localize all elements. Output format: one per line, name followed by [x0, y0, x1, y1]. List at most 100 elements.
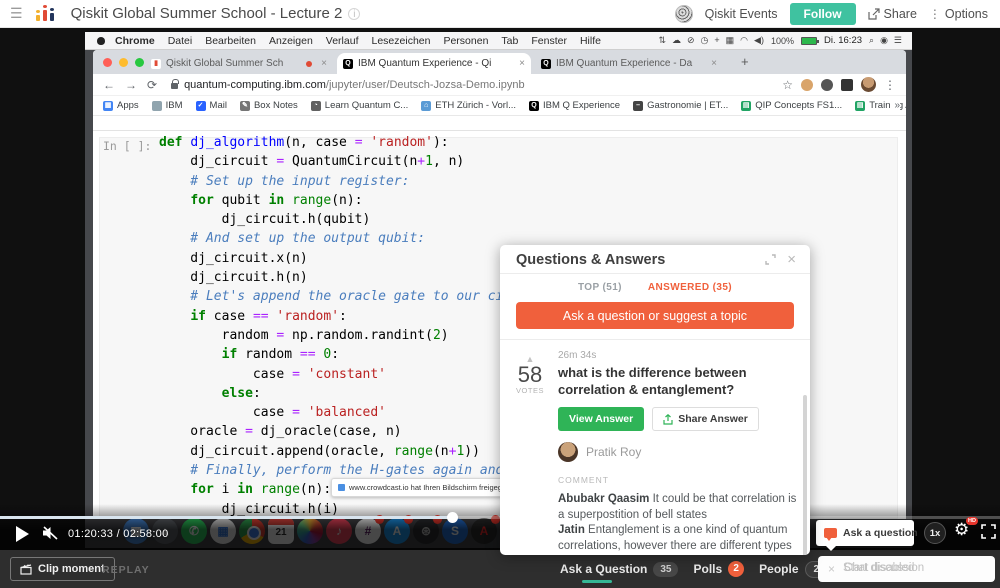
code-line: dj_circuit = QuantumCircuit(n+1, n)	[159, 152, 574, 171]
share-answer-button[interactable]: Share Answer	[652, 407, 759, 431]
bookmark-item[interactable]: ✎ Box Notes	[239, 100, 298, 111]
code-token: def	[159, 135, 183, 150]
tab-close-icon[interactable]: ×	[711, 58, 717, 69]
ask-question-tooltip-button[interactable]: Ask a question	[816, 520, 918, 551]
status-icon: +	[714, 35, 720, 45]
bookmark-label: Box Notes	[253, 100, 298, 111]
follow-button[interactable]: Follow	[789, 2, 856, 25]
status-icon[interactable]: ⌕	[869, 35, 874, 46]
share-button[interactable]: Share	[867, 7, 917, 21]
bookmark-item[interactable]: – Gastronomie | ET...	[633, 100, 728, 111]
macos-menu-item[interactable]: Bearbeiten	[205, 35, 256, 47]
code-token: ==	[252, 308, 269, 324]
url-text[interactable]: quantum-computing.ibm.com/jupyter/user/D…	[184, 79, 525, 91]
chat-placeholder-text: Chat disabled	[844, 562, 915, 574]
extension-icon[interactable]	[821, 78, 833, 91]
browser-tab[interactable]: ▮ Qiskit Global Summer Sch ×	[145, 53, 333, 74]
qa-tab-top[interactable]: TOP (51)	[578, 282, 622, 293]
macos-menu-item[interactable]: Lesezeichen	[372, 35, 431, 47]
forward-icon[interactable]: →	[125, 78, 137, 92]
bookmark-item[interactable]: ▦ Apps	[103, 100, 139, 111]
new-tab-button[interactable]: +	[741, 54, 749, 69]
code-token: dj_circuit.x(n)	[159, 250, 308, 266]
window-controls[interactable]	[103, 58, 144, 67]
macos-menu-item[interactable]: Tab	[501, 35, 518, 47]
bookmark-item[interactable]: ✓ Mail	[195, 100, 227, 111]
code-line: def dj_algorithm(n, case = 'random'):	[159, 133, 574, 152]
options-button[interactable]: ⋮ Options	[929, 7, 988, 21]
extension-icon[interactable]	[841, 78, 853, 91]
mute-icon[interactable]	[42, 525, 59, 541]
playback-time: 01:20:33 / 02:58:00	[68, 528, 169, 540]
extension-icon[interactable]	[801, 78, 813, 91]
bottom-tab-polls[interactable]: Polls 2	[693, 550, 745, 588]
bookmark-favicon: ✎	[239, 100, 250, 111]
bookmark-item[interactable]: ◔ Learn Quantum C...	[310, 100, 408, 111]
bookmark-item[interactable]: IBM	[151, 100, 183, 111]
status-icon[interactable]: ◉	[880, 35, 888, 46]
bottom-tab-ask-a-question[interactable]: Ask a Question 35	[560, 550, 679, 588]
playhead-handle[interactable]	[447, 512, 458, 523]
vote-count: 58	[517, 362, 543, 387]
playback-speed-button[interactable]: 1x	[924, 522, 946, 544]
recording-dot-icon	[306, 60, 313, 67]
channel-name[interactable]: Qiskit Events	[705, 7, 778, 21]
clip-moment-button[interactable]: Clip moment	[10, 557, 115, 581]
apple-icon	[97, 36, 105, 45]
code-token: range	[393, 443, 433, 459]
status-icon[interactable]: ☰	[894, 35, 902, 46]
fullscreen-icon[interactable]	[981, 524, 996, 539]
code-token: range	[260, 482, 300, 498]
macos-menu-item[interactable]: Datei	[168, 35, 193, 47]
bookmark-favicon: ✓	[195, 100, 206, 111]
lock-icon	[171, 78, 180, 89]
tab-close-icon[interactable]: ×	[519, 58, 525, 69]
macos-menu-item[interactable]: Anzeigen	[269, 35, 313, 47]
close-icon[interactable]: ×	[787, 252, 796, 267]
bookmark-item[interactable]: Q IBM Q Experience	[529, 100, 620, 111]
bookmark-favicon: ▦	[103, 100, 113, 111]
close-icon[interactable]: ×	[828, 562, 835, 576]
bookmark-item[interactable]: ⌂ ETH Zürich - Vorl...	[421, 100, 516, 111]
macos-menu-item[interactable]: Chrome	[115, 35, 155, 47]
bookmarks-overflow-icon[interactable]: »	[890, 100, 900, 111]
channel-avatar[interactable]	[674, 4, 693, 23]
view-answer-button[interactable]: View Answer	[558, 407, 645, 431]
reload-icon[interactable]: ⟳	[147, 78, 157, 92]
info-icon[interactable]: i	[348, 7, 361, 20]
chat-input-disabled[interactable]: × Start discussion Chat disabled	[818, 556, 995, 582]
app-header: ☰ Qiskit Global Summer School - Lecture …	[0, 0, 1000, 28]
code-token: =	[245, 424, 253, 440]
bookmark-favicon: ◔	[310, 100, 321, 111]
chrome-profile-avatar[interactable]	[861, 77, 876, 92]
bookmark-label: ETH Zürich - Vorl...	[435, 100, 516, 111]
tab-close-icon[interactable]: ×	[321, 58, 327, 69]
play-button[interactable]	[16, 526, 29, 542]
active-tab-underline	[582, 580, 612, 583]
tab-label: Qiskit Global Summer Sch	[166, 58, 284, 69]
expand-icon[interactable]	[765, 254, 776, 265]
back-icon[interactable]: ←	[103, 78, 115, 92]
author-avatar[interactable]	[558, 442, 578, 462]
qa-tab-answered[interactable]: ANSWERED (35)	[648, 282, 732, 293]
menu-icon[interactable]: ☰	[10, 5, 23, 22]
macos-menu-item[interactable]: Fenster	[531, 35, 567, 47]
ask-question-button[interactable]: Ask a question or suggest a topic	[516, 302, 794, 329]
macos-menu-item[interactable]: Hilfe	[580, 35, 601, 47]
browser-tab[interactable]: Q IBM Quantum Experience - Da ×	[535, 53, 723, 74]
comment-author[interactable]: Jatin	[558, 524, 585, 536]
browser-tab[interactable]: Q IBM Quantum Experience - Qi ×	[337, 53, 531, 74]
bookmark-label: Gastronomie | ET...	[647, 100, 729, 111]
chrome-menu-icon[interactable]: ⋮	[884, 78, 896, 92]
bookmark-star-icon[interactable]: ☆	[782, 78, 793, 92]
dots-vertical-icon: ⋮	[928, 6, 941, 21]
macos-menu-item[interactable]: Verlauf	[326, 35, 359, 47]
count-badge: 2	[728, 561, 745, 577]
qa-scrollbar[interactable]	[803, 395, 807, 555]
macos-menu-item[interactable]: Personen	[443, 35, 488, 47]
comment-author[interactable]: Abubakr Qaasim	[558, 493, 649, 505]
bookmark-item[interactable]: ▤ QIP Concepts FS1...	[741, 100, 842, 111]
code-token: (n, case	[284, 135, 355, 150]
author-name[interactable]: Pratik Roy	[586, 445, 641, 459]
